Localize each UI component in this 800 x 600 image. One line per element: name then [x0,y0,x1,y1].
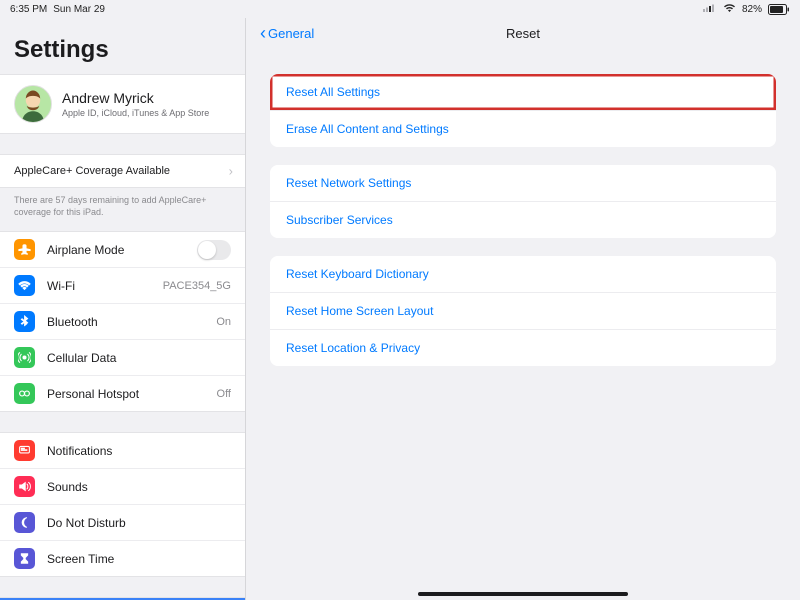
notifications-icon [14,440,35,461]
sidebar-item-label: Notifications [47,444,112,458]
sidebar-item-dnd[interactable]: Do Not Disturb [0,504,245,540]
settings-title: Settings [0,18,245,74]
airplane-icon [14,239,35,260]
chevron-right-icon: › [229,164,233,179]
reset-home-screen-layout[interactable]: Reset Home Screen Layout [270,292,776,329]
profile-subtitle: Apple ID, iCloud, iTunes & App Store [62,108,209,118]
sidebar-item-label: Personal Hotspot [47,387,139,401]
sidebar-item-cellular[interactable]: Cellular Data [0,339,245,375]
profile-name: Andrew Myrick [62,90,209,106]
reset-group-1: Reset All Settings Erase All Content and… [270,74,776,147]
reset-location-privacy[interactable]: Reset Location & Privacy [270,329,776,366]
sidebar-item-label: Screen Time [47,552,114,566]
reset-keyboard-dictionary[interactable]: Reset Keyboard Dictionary [270,256,776,292]
sidebar-item-label: Sounds [47,480,88,494]
sidebar-item-label: Bluetooth [47,315,98,329]
back-label: General [268,26,314,41]
moon-icon [14,512,35,533]
battery-percent: 82% [742,4,762,15]
airplane-mode-toggle[interactable] [197,240,231,260]
applecare-row[interactable]: AppleCare+ Coverage Available › [0,155,245,187]
sidebar-item-label: Do Not Disturb [47,516,126,530]
detail-pane: ‹ General Reset Reset All Settings Erase… [246,18,800,600]
sidebar: Settings Andrew Myrick Apple ID, iCloud,… [0,18,246,600]
home-indicator[interactable] [418,592,628,596]
hotspot-icon [14,383,35,404]
sidebar-item-hotspot[interactable]: Personal Hotspot Off [0,375,245,411]
erase-all-content[interactable]: Erase All Content and Settings [270,110,776,147]
sidebar-item-label: Cellular Data [47,351,116,365]
sidebar-item-screen-time[interactable]: Screen Time [0,540,245,576]
applecare-label: AppleCare+ Coverage Available [14,165,170,177]
wifi-icon [14,275,35,296]
sidebar-item-wifi[interactable]: Wi-Fi PACE354_5G [0,267,245,303]
sidebar-item-label: Wi-Fi [47,279,75,293]
sidebar-item-notifications[interactable]: Notifications [0,433,245,468]
sounds-icon [14,476,35,497]
status-time: 6:35 PM [10,4,47,15]
navbar: ‹ General Reset [246,18,800,48]
hourglass-icon [14,548,35,569]
sidebar-item-value: On [216,316,231,328]
status-date: Sun Mar 29 [53,4,105,15]
reset-all-settings[interactable]: Reset All Settings [270,74,776,110]
subscriber-services[interactable]: Subscriber Services [270,201,776,238]
battery-icon [768,4,790,15]
cellular-icon [14,347,35,368]
reset-network-settings[interactable]: Reset Network Settings [270,165,776,201]
sidebar-item-label: Airplane Mode [47,243,124,257]
sidebar-item-sounds[interactable]: Sounds [0,468,245,504]
sidebar-item-bluetooth[interactable]: Bluetooth On [0,303,245,339]
bluetooth-icon [14,311,35,332]
profile-row[interactable]: Andrew Myrick Apple ID, iCloud, iTunes &… [0,75,245,133]
sidebar-item-airplane-mode[interactable]: Airplane Mode [0,232,245,267]
sidebar-item-value: Off [217,388,231,400]
applecare-hint: There are 57 days remaining to add Apple… [0,188,245,222]
avatar [14,85,52,123]
status-bar: 6:35 PM Sun Mar 29 82% [0,0,800,18]
back-button[interactable]: ‹ General [260,24,314,42]
cellular-signal-icon [703,3,717,15]
chevron-left-icon: ‹ [260,24,266,42]
reset-group-3: Reset Keyboard Dictionary Reset Home Scr… [270,256,776,366]
sidebar-item-value: PACE354_5G [163,280,231,292]
wifi-icon [723,3,736,16]
reset-group-2: Reset Network Settings Subscriber Servic… [270,165,776,238]
page-title: Reset [506,26,540,41]
